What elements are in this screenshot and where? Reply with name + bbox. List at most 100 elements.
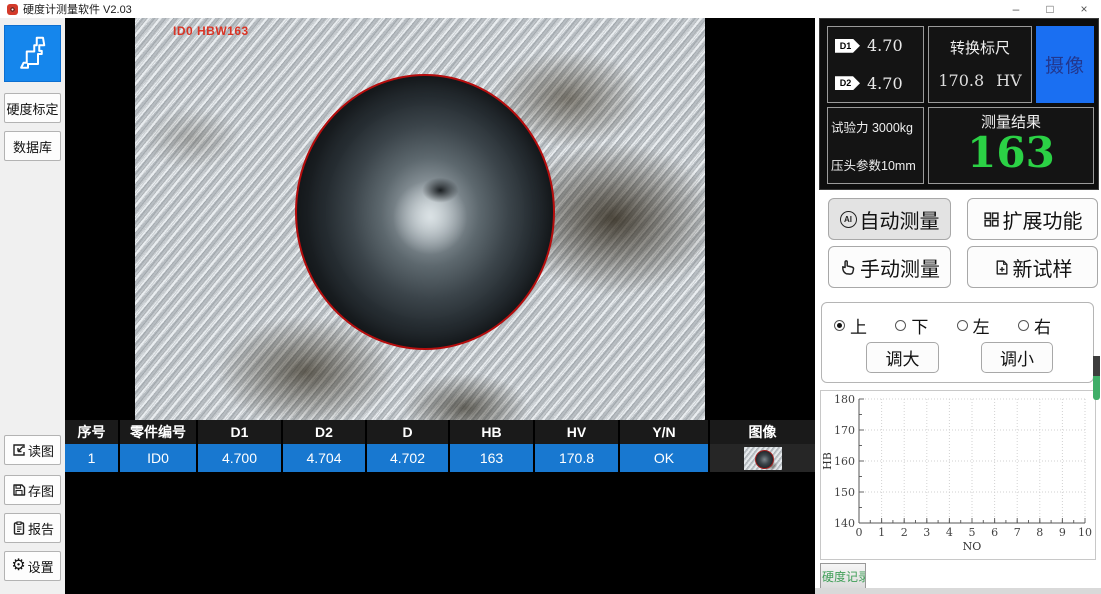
table-row[interactable]: 1ID04.7004.7044.702163170.8OK	[65, 444, 815, 472]
sidebar-item-hardness-calibration[interactable]: 硬度标定	[4, 93, 61, 123]
indentation-circle	[295, 74, 555, 350]
svg-text:6: 6	[991, 526, 998, 539]
svg-text:150: 150	[834, 486, 855, 499]
titlebar: 硬度计测量软件 V2.03 – □ ×	[0, 0, 1101, 18]
svg-text:8: 8	[1036, 526, 1043, 539]
read-image-button[interactable]: 读图	[4, 435, 61, 465]
app-icon	[7, 4, 18, 15]
grid-squares-icon	[983, 211, 1000, 228]
report-button[interactable]: 报告	[4, 513, 61, 543]
column-header-8: 图像	[710, 420, 815, 444]
read-image-label: 读图	[28, 441, 54, 460]
table-header-row: 序号零件编号D1D2DHBHVY/N图像	[65, 420, 815, 444]
test-force-label: 试验力 3000kg	[831, 117, 922, 136]
decrease-button[interactable]: 调小	[981, 342, 1053, 373]
new-sample-button[interactable]: 新试样	[967, 246, 1098, 288]
close-button[interactable]: ×	[1067, 0, 1101, 18]
main-area: ID0 HBW163 序号零件编号D1D2DHBHVY/N图像 1ID04.70…	[65, 18, 815, 594]
conversion-scale-value: 170.8	[938, 71, 984, 90]
save-image-label: 存图	[28, 481, 54, 500]
column-header-7: Y/N	[620, 420, 710, 444]
status-band	[815, 588, 1101, 594]
camera-view[interactable]: ID0 HBW163	[135, 18, 705, 420]
result-value: 163	[929, 132, 1093, 174]
scrollbar-dark-segment	[1093, 356, 1100, 376]
radio-circle-icon	[895, 320, 906, 331]
chart-canvas: 012345678910140150160170180NOHB	[821, 391, 1095, 559]
svg-text:9: 9	[1059, 526, 1066, 539]
svg-text:180: 180	[834, 393, 855, 406]
settings-button[interactable]: ⚙ 设置	[4, 551, 61, 581]
svg-text:2: 2	[901, 526, 908, 539]
table-cell-image[interactable]	[710, 444, 815, 472]
right-panel: D1 4.70 D2 4.70 转换标尺 170.8 HV 摄像 试验力 300…	[815, 18, 1101, 594]
svg-text:5: 5	[969, 526, 976, 539]
table-cell: 163	[450, 444, 535, 472]
read-image-icon	[11, 442, 27, 458]
table-cell: 4.704	[283, 444, 367, 472]
svg-text:3: 3	[923, 526, 930, 539]
settings-gear-icon: ⚙	[11, 558, 25, 574]
svg-text:1: 1	[878, 526, 885, 539]
svg-text:140: 140	[834, 517, 855, 530]
hardness-trend-chart: 012345678910140150160170180NOHB	[820, 390, 1096, 560]
increase-button[interactable]: 调大	[866, 342, 939, 373]
new-sample-label: 新试样	[1013, 253, 1073, 282]
save-image-button[interactable]: 存图	[4, 475, 61, 505]
extended-functions-label: 扩展功能	[1003, 205, 1083, 234]
column-header-4: D	[367, 420, 450, 444]
measurement-result-box: 测量结果 163	[928, 107, 1094, 184]
table-cell: OK	[620, 444, 710, 472]
sidebar-item-label: 数据库	[13, 137, 52, 156]
sidebar-item-label: 硬度标定	[6, 99, 58, 118]
d2-value: 4.70	[867, 74, 903, 93]
test-parameters-box: 试验力 3000kg 压头参数10mm	[827, 107, 924, 184]
settings-label: 设置	[28, 557, 54, 576]
direction-radio-1[interactable]: 下	[895, 313, 928, 338]
column-header-3: D2	[283, 420, 367, 444]
adjust-direction-group: 上 下 左 右 调大 调小	[821, 302, 1094, 383]
table-cell: 1	[65, 444, 120, 472]
row-thumbnail	[744, 447, 782, 470]
manual-measure-button[interactable]: 手动测量	[828, 246, 951, 288]
direction-radio-2[interactable]: 左	[957, 313, 990, 338]
d1-badge: D1	[835, 39, 860, 53]
direction-radio-0[interactable]: 上	[834, 313, 867, 338]
sidebar: 硬度标定 数据库 读图 存图	[0, 18, 65, 594]
sidebar-item-database[interactable]: 数据库	[4, 131, 61, 161]
hardness-tester-home-button[interactable]	[4, 25, 61, 82]
conversion-scale-unit: HV	[996, 71, 1022, 90]
radio-label: 下	[911, 313, 928, 338]
camera-button[interactable]: 摄像	[1036, 26, 1094, 103]
table-body: 1ID04.7004.7044.702163170.8OK	[65, 444, 815, 472]
radio-circle-icon	[957, 320, 968, 331]
scrollbar-thumb[interactable]	[1093, 356, 1100, 400]
manual-measure-label: 手动测量	[860, 253, 940, 282]
ai-icon: AI	[840, 211, 857, 228]
minimize-button[interactable]: –	[999, 0, 1033, 18]
table-cell: 4.702	[367, 444, 450, 472]
d2-badge: D2	[835, 76, 860, 90]
window-title: 硬度计测量软件 V2.03	[23, 1, 132, 17]
svg-text:7: 7	[1014, 526, 1021, 539]
svg-text:NO: NO	[963, 540, 982, 553]
extended-functions-button[interactable]: 扩展功能	[967, 198, 1098, 240]
indenter-label: 压头参数10mm	[831, 155, 922, 174]
tab-hardness-record[interactable]: 硬度记录	[820, 563, 866, 589]
save-image-icon	[11, 482, 27, 498]
report-icon	[11, 520, 27, 536]
window-controls: – □ ×	[999, 0, 1101, 18]
column-header-6: HV	[535, 420, 620, 444]
direction-radio-3[interactable]: 右	[1018, 313, 1051, 338]
column-header-5: HB	[450, 420, 535, 444]
new-document-icon	[993, 259, 1010, 276]
radio-circle-icon	[834, 320, 845, 331]
diameter-readout: D1 4.70 D2 4.70	[827, 26, 924, 103]
maximize-button[interactable]: □	[1033, 0, 1067, 18]
auto-measure-button[interactable]: AI 自动测量	[828, 198, 951, 240]
d1-value: 4.70	[867, 36, 903, 55]
radio-circle-icon	[1018, 320, 1029, 331]
radio-label: 左	[973, 313, 990, 338]
hand-pointer-icon	[839, 258, 857, 276]
svg-text:0: 0	[856, 526, 863, 539]
